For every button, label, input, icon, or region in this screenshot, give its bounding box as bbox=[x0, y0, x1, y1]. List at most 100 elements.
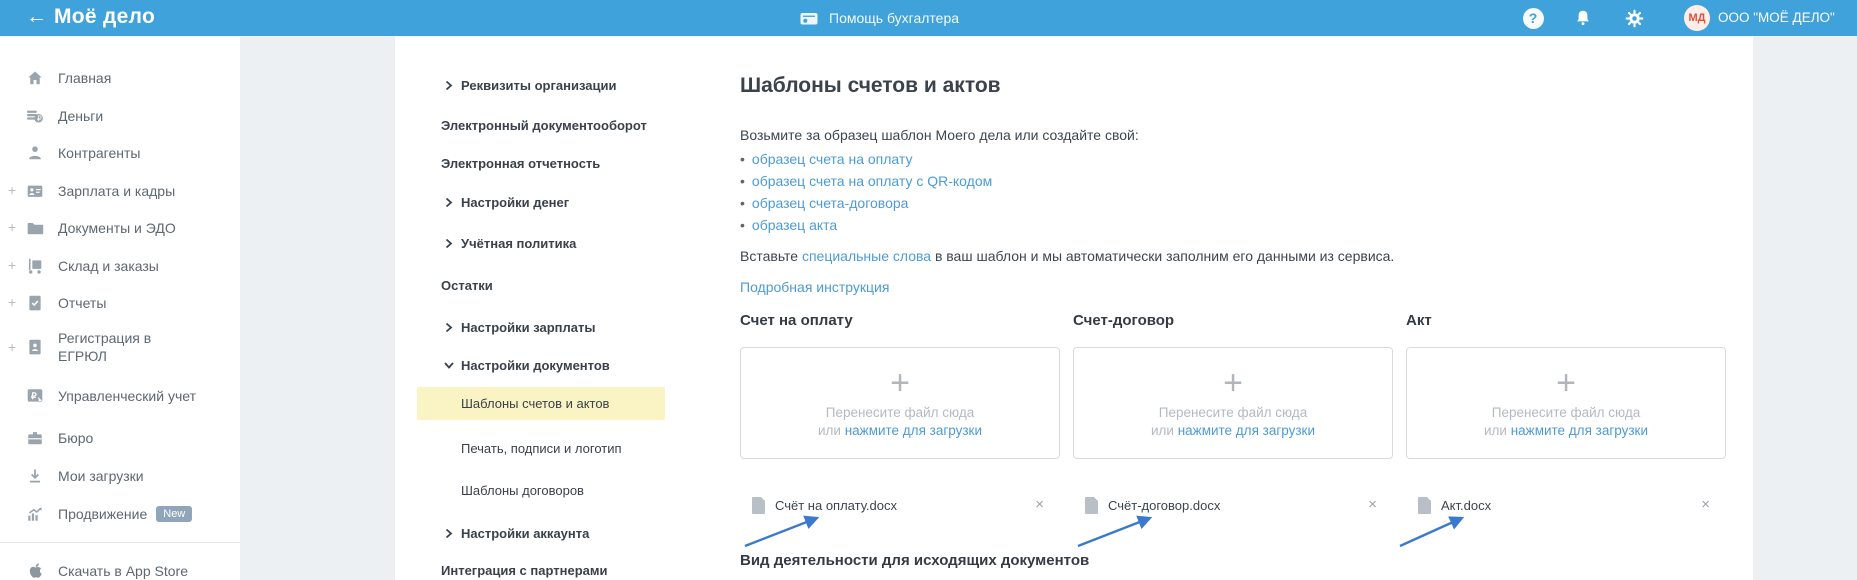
template-column-invoice: Счет на оплату + Перенесите файл сюда ил… bbox=[740, 312, 1060, 514]
delete-file-icon[interactable]: × bbox=[1035, 496, 1044, 514]
account-name[interactable]: ООО "МОЁ ДЕЛО" bbox=[1718, 10, 1835, 25]
invoice-dropzone[interactable]: + Перенесите файл сюда или нажмите для з… bbox=[740, 347, 1060, 459]
insert-words-text: Вставьте специальные слова в ваш шаблон … bbox=[740, 248, 1395, 264]
sidebar-item-label: Скачать в App Store bbox=[58, 563, 188, 579]
sidebar-item-appstore[interactable]: Скачать в App Store bbox=[0, 560, 240, 580]
template-column-contract: Счет-договор + Перенесите файл сюда или … bbox=[1073, 312, 1393, 514]
expand-plus-icon[interactable]: + bbox=[8, 338, 16, 356]
plus-icon: + bbox=[1223, 364, 1243, 402]
svg-text:₽: ₽ bbox=[31, 391, 37, 401]
sidebar-item-dengi[interactable]: ₽ Деньги bbox=[0, 105, 240, 127]
uploaded-file-name[interactable]: Акт.docx bbox=[1441, 498, 1491, 513]
help-button[interactable]: ? bbox=[1522, 7, 1544, 29]
delete-file-icon[interactable]: × bbox=[1701, 496, 1710, 514]
expand-plus-icon[interactable]: + bbox=[8, 219, 16, 235]
accountant-help-button[interactable]: Помощь бухгалтера bbox=[800, 0, 959, 36]
uploaded-file-row: Акт.docx × bbox=[1406, 496, 1726, 514]
column-title: Счет-договор bbox=[1073, 312, 1175, 329]
dropzone-hint: Перенесите файл сюда bbox=[825, 405, 975, 420]
sidebar-item-upravlencheskiy[interactable]: ₽ Управленческий учет bbox=[0, 385, 240, 407]
dropzone-hint2: или нажмите для загрузки bbox=[1483, 423, 1648, 438]
special-words-link[interactable]: специальные слова bbox=[802, 248, 931, 264]
menu-item-shablony-schetov[interactable]: Шаблоны счетов и актов bbox=[461, 393, 609, 413]
act-dropzone[interactable]: + Перенесите файл сюда или нажмите для з… bbox=[1406, 347, 1726, 459]
menu-item-otchetnost[interactable]: Электронная отчетность bbox=[441, 153, 600, 173]
menu-item-nastroyki-deneg[interactable]: Настройки денег bbox=[445, 192, 569, 212]
sidebar-item-registraciya[interactable]: + Регистрация в ЕГРЮЛ bbox=[0, 328, 240, 366]
instruction-link[interactable]: Подробная инструкция bbox=[740, 279, 889, 295]
sidebar-item-zagruzki[interactable]: Мои загрузки bbox=[0, 465, 240, 487]
expand-plus-icon[interactable]: + bbox=[8, 294, 16, 310]
expand-plus-icon[interactable]: + bbox=[8, 182, 16, 198]
arrow-to-invoice-file bbox=[744, 515, 820, 548]
sidebar-item-sklad[interactable]: + Склад и заказы bbox=[0, 255, 240, 277]
contract-dropzone[interactable]: + Перенесите файл сюда или нажмите для з… bbox=[1073, 347, 1393, 459]
sidebar-item-label: Склад и заказы bbox=[58, 258, 159, 274]
chevron-right-icon bbox=[445, 322, 461, 333]
money-icon: ₽ bbox=[27, 110, 43, 123]
sidebar-item-label: Бюро bbox=[58, 430, 94, 446]
settings-button[interactable] bbox=[1623, 7, 1645, 29]
menu-item-shablony-dogovorov[interactable]: Шаблоны договоров bbox=[461, 480, 584, 500]
warehouse-icon bbox=[28, 258, 42, 274]
column-title: Акт bbox=[1406, 312, 1432, 329]
sidebar-item-zarplata[interactable]: + Зарплата и кадры bbox=[0, 180, 240, 202]
notifications-button[interactable] bbox=[1572, 7, 1594, 29]
sample-act-link[interactable]: образец акта bbox=[752, 214, 837, 236]
sidebar-item-byuro[interactable]: Бюро bbox=[0, 427, 240, 449]
menu-item-uchetnaya-politika[interactable]: Учётная политика bbox=[445, 233, 576, 253]
file-icon bbox=[1418, 496, 1431, 514]
column-title: Счет на оплату bbox=[740, 312, 853, 329]
sidebar-item-label: Деньги bbox=[58, 108, 104, 124]
menu-item-ostatki[interactable]: Остатки bbox=[441, 275, 493, 295]
menu-item-nastroyki-akkaunta[interactable]: Настройки аккаунта bbox=[445, 523, 589, 543]
activity-type-heading: Вид деятельности для исходящих документо… bbox=[740, 552, 1090, 569]
menu-item-nastroyki-dokumentov[interactable]: Настройки документов bbox=[444, 355, 610, 375]
chevron-down-icon bbox=[444, 360, 461, 371]
uploaded-file-name[interactable]: Счёт на оплату.docx bbox=[775, 498, 897, 513]
upload-link[interactable]: нажмите для загрузки bbox=[845, 423, 982, 438]
accountant-help-icon bbox=[800, 12, 818, 24]
uploaded-file-row: Счёт на оплату.docx × bbox=[740, 496, 1060, 514]
upload-link[interactable]: нажмите для загрузки bbox=[1511, 423, 1648, 438]
contractors-icon bbox=[29, 146, 41, 160]
file-icon bbox=[752, 496, 765, 514]
bell-icon bbox=[1577, 10, 1589, 26]
sidebar-item-label: Регистрация в ЕГРЮЛ bbox=[58, 330, 152, 364]
sidebar-item-label: Управленческий учет bbox=[58, 388, 196, 404]
expand-plus-icon[interactable]: + bbox=[8, 257, 16, 273]
question-mark-icon: ? bbox=[1522, 7, 1544, 29]
dropzone-hint: Перенесите файл сюда bbox=[1491, 405, 1641, 420]
uploaded-file-name[interactable]: Счёт-договор.docx bbox=[1108, 498, 1220, 513]
documents-icon bbox=[27, 222, 44, 235]
chevron-right-icon bbox=[445, 197, 461, 208]
chevron-right-icon bbox=[445, 238, 461, 249]
menu-item-integraciya[interactable]: Интеграция с партнерами bbox=[441, 560, 607, 580]
back-arrow-icon[interactable]: ← bbox=[26, 5, 47, 29]
plus-icon: + bbox=[1556, 364, 1576, 402]
menu-item-rekvizity[interactable]: Реквизиты организации bbox=[445, 75, 616, 95]
app-header: ← Моё дело Помощь бухгалтера ? МД ООО "М… bbox=[0, 0, 1857, 36]
sample-invoice-qr-link[interactable]: образец счета на оплату с QR-кодом bbox=[752, 170, 992, 192]
registration-icon bbox=[29, 339, 41, 355]
menu-item-pechat-podpisi[interactable]: Печать, подписи и логотип bbox=[461, 438, 622, 458]
sidebar-divider bbox=[0, 542, 240, 543]
sidebar-item-dokumenty[interactable]: + Документы и ЭДО bbox=[0, 217, 240, 239]
sidebar-item-otchety[interactable]: + Отчеты bbox=[0, 292, 240, 314]
menu-item-edo[interactable]: Электронный документооборот bbox=[441, 115, 647, 135]
home-icon bbox=[28, 71, 42, 85]
sample-invoice-link[interactable]: образец счета на оплату bbox=[752, 148, 913, 170]
sidebar-item-glavnaya[interactable]: Главная bbox=[0, 67, 240, 89]
app-logo[interactable]: Моё дело bbox=[54, 5, 155, 29]
gear-icon bbox=[1625, 9, 1643, 27]
sample-invoice-contract-link[interactable]: образец счета-договора bbox=[752, 192, 909, 214]
avatar[interactable]: МД bbox=[1684, 5, 1710, 31]
sidebar-item-kontragenty[interactable]: Контрагенты bbox=[0, 142, 240, 164]
list-item: • образец счета на оплату bbox=[740, 148, 992, 170]
delete-file-icon[interactable]: × bbox=[1368, 496, 1377, 514]
arrow-to-act-file bbox=[1399, 516, 1465, 548]
upload-link[interactable]: нажмите для загрузки bbox=[1178, 423, 1315, 438]
sidebar-item-prodvizhenie[interactable]: Продвижение New bbox=[0, 503, 240, 525]
uploaded-file-row: Счёт-договор.docx × bbox=[1073, 496, 1393, 514]
menu-item-nastroyki-zarplaty[interactable]: Настройки зарплаты bbox=[445, 317, 595, 337]
